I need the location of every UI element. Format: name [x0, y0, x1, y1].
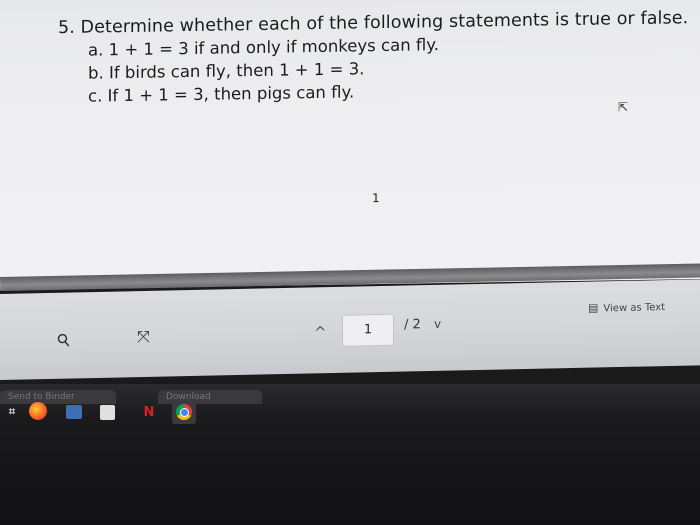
- fit-to-screen-icon[interactable]: ⤧: [137, 327, 150, 347]
- netflix-icon[interactable]: N: [139, 402, 159, 422]
- taskview-icon[interactable]: ⌗: [2, 402, 22, 422]
- next-page-button[interactable]: v: [434, 317, 441, 331]
- document-page: 5. Determine whether each of the followi…: [0, 0, 700, 291]
- taskbar: Send to Binder Download ⌗ N: [0, 384, 700, 525]
- page-footer-number: 1: [372, 191, 380, 206]
- chrome-icon[interactable]: [172, 400, 196, 424]
- view-as-text-button[interactable]: ▤ View as Text: [588, 300, 666, 315]
- page-total: / 2: [404, 317, 421, 333]
- firefox-icon[interactable]: [29, 402, 47, 420]
- store-icon[interactable]: [100, 405, 115, 420]
- problem-5: 5. Determine whether each of the followi…: [58, 7, 688, 108]
- file-explorer-icon[interactable]: [66, 405, 82, 419]
- page-number-input[interactable]: 1: [342, 313, 394, 347]
- statement-list: a. 1 + 1 = 3 if and only if monkeys can …: [88, 29, 688, 107]
- viewer-toolbar: ⚲ ⤧ ^ 1 / 2 v ▤ View as Text: [0, 279, 700, 380]
- previous-page-button[interactable]: ^: [314, 323, 327, 341]
- document-icon: ▤: [588, 301, 599, 315]
- view-as-text-label: View as Text: [603, 302, 666, 315]
- mouse-cursor-icon: ⇱: [618, 100, 629, 115]
- magnifier-icon[interactable]: ⚲: [53, 329, 75, 352]
